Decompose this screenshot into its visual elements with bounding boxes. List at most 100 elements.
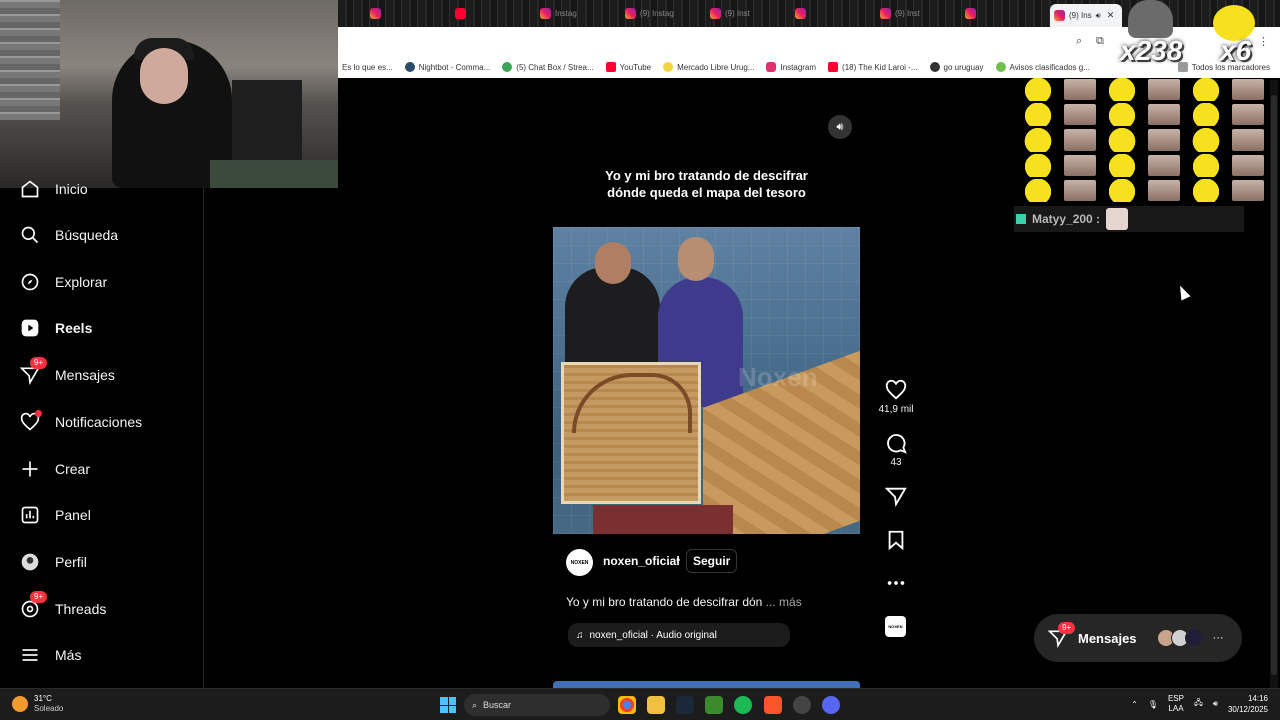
sun-icon	[12, 696, 28, 712]
cat-emote-icon	[1064, 179, 1096, 201]
reel-caption: Yo y mi bro tratando de descifrar dón ..…	[566, 595, 802, 609]
smile-emote-icon	[1018, 178, 1058, 202]
sound-toggle-button[interactable]: 🔊︎	[828, 115, 852, 139]
discord-icon[interactable]	[822, 696, 840, 714]
cat-emote-icon	[1232, 79, 1264, 101]
browser-tab-active[interactable]: (9) Ins 🔊︎ ✕	[1050, 4, 1122, 27]
smile-emote-icon	[1102, 153, 1142, 177]
reels-icon	[20, 318, 40, 338]
bookmark[interactable]: go uruguay	[929, 62, 984, 72]
follow-button[interactable]: Seguir	[686, 549, 738, 573]
bookmark[interactable]: Es lo que es...	[342, 63, 393, 72]
like-button[interactable]: 41,9 mil	[876, 379, 916, 415]
sidebar-item-panel[interactable]: Panel	[20, 502, 91, 528]
video-watermark: Noxen	[738, 362, 818, 392]
cat-emote-icon	[1106, 208, 1129, 230]
browser-tab[interactable]	[961, 4, 1041, 23]
browser-tab[interactable]	[451, 4, 531, 23]
bookmark[interactable]: (18) The Kid Laroi -...	[828, 62, 918, 72]
messages-pill[interactable]: 9+ Mensajes ···	[1034, 614, 1242, 662]
avatar[interactable]: NOXEN	[566, 549, 593, 576]
browser-tab[interactable]: Instag	[536, 4, 616, 23]
sidebar-item-notificaciones[interactable]: Notificaciones	[20, 409, 142, 435]
brave-icon[interactable]	[764, 696, 782, 714]
taskbar-search[interactable]: ⌕ Buscar	[464, 694, 610, 716]
cat-emote-icon	[1148, 129, 1180, 151]
sidebar-item-inicio[interactable]: Inicio	[20, 176, 88, 202]
sidebar-item-crear[interactable]: Crear	[20, 456, 90, 482]
bookmark[interactable]: Avisos clasificados g...	[995, 62, 1090, 72]
windows-start-button[interactable]	[440, 697, 456, 713]
browser-tab[interactable]	[791, 4, 871, 23]
zoom-icon[interactable]: ⌕	[1076, 35, 1082, 48]
menu-dots-icon[interactable]: ⋮	[1258, 35, 1269, 48]
share-button[interactable]	[876, 485, 916, 507]
chrome-icon[interactable]	[618, 696, 636, 714]
sidebar-item-explorar[interactable]: Explorar	[20, 269, 107, 295]
sidebar-item-perfil[interactable]: Perfil	[20, 549, 87, 575]
install-icon[interactable]: ⧉	[1096, 35, 1104, 48]
cat-emote-icon	[1064, 154, 1096, 176]
smile-emote-icon	[1018, 78, 1058, 102]
smile-emote-icon	[1018, 103, 1058, 127]
youtube-icon	[455, 8, 466, 19]
cat-emote-icon	[1232, 104, 1264, 126]
smile-emote-icon	[1186, 178, 1226, 202]
chat-username: Matyy_200 :	[1032, 212, 1101, 226]
scrollbar[interactable]	[1270, 80, 1278, 688]
reel-card[interactable]: 🔊︎ Yo y mi bro tratando de descifrar dón…	[553, 107, 860, 654]
sidebar-item-busqueda[interactable]: Búsqueda	[20, 222, 118, 248]
obs-icon[interactable]	[793, 696, 811, 714]
cat-emote-icon	[1232, 154, 1264, 176]
minecraft-icon[interactable]	[705, 696, 723, 714]
save-button[interactable]	[876, 529, 916, 551]
browser-tab[interactable]: (9) Inst	[706, 4, 786, 23]
close-tab-icon[interactable]: ✕	[1107, 10, 1115, 21]
sidebar-item-reels[interactable]: Reels	[20, 315, 92, 341]
bookmark[interactable]: (5) Chat Box / Strea...	[502, 62, 594, 72]
volume-icon[interactable]: 🔊︎	[1213, 699, 1218, 709]
cat-emote-icon	[1148, 104, 1180, 126]
browser-tab[interactable]	[366, 4, 446, 23]
more-dots-icon[interactable]: ···	[1213, 632, 1224, 644]
reel-username[interactable]: noxen_oficial	[603, 554, 680, 568]
steam-icon[interactable]	[676, 696, 694, 714]
emote-grid-overlay	[1018, 78, 1268, 202]
language-indicator[interactable]: ESP LAA	[1168, 694, 1184, 714]
plus-icon	[20, 459, 40, 479]
emote-image	[1128, 0, 1173, 38]
smile-emote-icon	[1102, 103, 1142, 127]
clock[interactable]: 14:16 30/12/2025	[1228, 693, 1268, 715]
spotify-icon[interactable]	[734, 696, 752, 714]
music-note-icon: ♫	[576, 629, 584, 641]
network-icon[interactable]: 🖧︎	[1194, 697, 1203, 711]
bookmark[interactable]: YouTube	[605, 62, 651, 72]
separator-dot: •	[676, 553, 681, 567]
comment-button[interactable]: 43	[876, 432, 916, 468]
audio-thumbnail[interactable]: NOXEN	[885, 616, 906, 637]
microphone-icon[interactable]: 🎙︎	[1148, 700, 1158, 709]
browser-tab[interactable]: (9) Instag	[621, 4, 701, 23]
bookmark[interactable]: Instagram	[766, 62, 816, 72]
cat-emote-icon	[1232, 129, 1264, 151]
speaker-icon: 🔊︎	[836, 120, 844, 133]
bookmark[interactable]: Mercado Libre Urug...	[663, 62, 754, 72]
speaker-icon[interactable]: 🔊︎	[1096, 11, 1101, 21]
bookmark[interactable]: Nightbot - Comma...	[404, 62, 490, 72]
reel-video[interactable]: Noxen	[553, 227, 860, 534]
caption-more-link[interactable]: ... más	[766, 595, 802, 609]
avisos-icon	[995, 62, 1006, 72]
sidebar-item-mas[interactable]: Más	[20, 642, 81, 668]
sidebar-item-threads[interactable]: 9+ Threads	[20, 591, 106, 622]
browser-tab[interactable]: (9) Inst	[876, 4, 956, 23]
instagram-icon	[766, 62, 777, 72]
sidebar-item-mensajes[interactable]: 9+ Mensajes	[19, 357, 115, 388]
audio-pill[interactable]: ♫ noxen_oficial · Audio original	[568, 623, 790, 647]
smile-emote-icon	[1186, 128, 1226, 152]
chevron-up-icon[interactable]: ⌃	[1131, 700, 1138, 709]
treasure-map-image	[561, 362, 701, 504]
folder-icon[interactable]	[647, 696, 665, 714]
messages-badge: 9+	[30, 357, 48, 369]
weather-widget[interactable]: 31°C Soleado	[12, 694, 63, 714]
more-options-button[interactable]	[876, 572, 916, 594]
